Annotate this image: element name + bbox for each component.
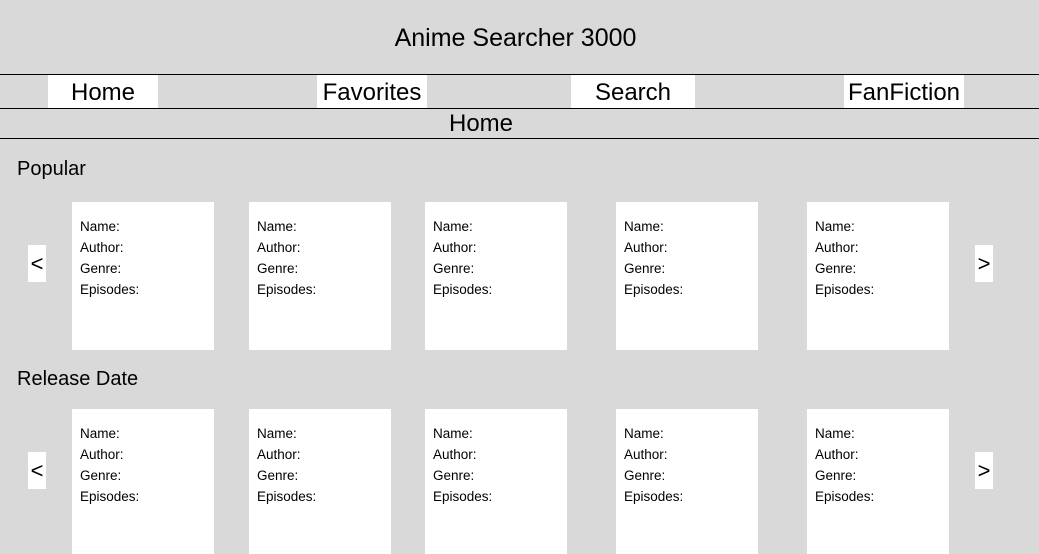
card-name-label: Name:	[80, 426, 120, 441]
card-genre-label: Genre:	[257, 468, 299, 483]
card-episodes-label: Episodes:	[624, 282, 684, 297]
card-name-label: Name:	[257, 219, 297, 234]
card-episodes-label: Episodes:	[815, 489, 875, 504]
popular-prev-button[interactable]: <	[28, 245, 46, 282]
card-name-label: Name:	[624, 426, 664, 441]
card-name-label: Name:	[624, 219, 664, 234]
popular-card-1[interactable]: Name: Author: Genre: Episodes:	[72, 202, 214, 350]
card-name-label: Name:	[815, 426, 855, 441]
card-author-label: Author:	[257, 240, 301, 255]
release-date-next-button[interactable]: >	[975, 452, 993, 489]
popular-card-3[interactable]: Name: Author: Genre: Episodes:	[425, 202, 567, 350]
release-date-card-1[interactable]: Name: Author: Genre: Episodes:	[72, 409, 214, 554]
release-date-card-3[interactable]: Name: Author: Genre: Episodes:	[425, 409, 567, 554]
card-author-label: Author:	[624, 447, 668, 462]
card-episodes-label: Episodes:	[80, 282, 140, 297]
card-author-label: Author:	[80, 240, 124, 255]
nav-item-favorites[interactable]: Favorites	[317, 75, 427, 108]
card-author-label: Author:	[433, 447, 477, 462]
card-episodes-label: Episodes:	[80, 489, 140, 504]
card-author-label: Author:	[815, 240, 859, 255]
card-episodes-label: Episodes:	[624, 489, 684, 504]
heading-divider-bottom	[0, 138, 1039, 139]
card-genre-label: Genre:	[80, 468, 122, 483]
release-date-prev-button[interactable]: <	[28, 452, 46, 489]
card-genre-label: Genre:	[815, 261, 857, 276]
card-genre-label: Genre:	[433, 261, 475, 276]
nav-item-fanfiction[interactable]: FanFiction	[844, 75, 964, 108]
app-title: Anime Searcher 3000	[394, 24, 637, 52]
card-genre-label: Genre:	[624, 468, 666, 483]
card-author-label: Author:	[80, 447, 124, 462]
card-author-label: Author:	[624, 240, 668, 255]
card-author-label: Author:	[815, 447, 859, 462]
card-author-label: Author:	[433, 240, 477, 255]
card-name-label: Name:	[80, 219, 120, 234]
nav-item-home[interactable]: Home	[48, 75, 158, 108]
card-name-label: Name:	[433, 219, 473, 234]
card-author-label: Author:	[257, 447, 301, 462]
nav-item-search[interactable]: Search	[571, 75, 695, 108]
card-genre-label: Genre:	[257, 261, 299, 276]
card-genre-label: Genre:	[80, 261, 122, 276]
popular-card-2[interactable]: Name: Author: Genre: Episodes:	[249, 202, 391, 350]
card-name-label: Name:	[433, 426, 473, 441]
card-episodes-label: Episodes:	[433, 489, 493, 504]
card-name-label: Name:	[257, 426, 297, 441]
release-date-card-5[interactable]: Name: Author: Genre: Episodes:	[807, 409, 949, 554]
card-episodes-label: Episodes:	[433, 282, 493, 297]
card-genre-label: Genre:	[624, 261, 666, 276]
card-episodes-label: Episodes:	[815, 282, 875, 297]
card-episodes-label: Episodes:	[257, 282, 317, 297]
page-heading: Home	[448, 110, 514, 137]
popular-next-button[interactable]: >	[975, 245, 993, 282]
popular-card-4[interactable]: Name: Author: Genre: Episodes:	[616, 202, 758, 350]
card-genre-label: Genre:	[433, 468, 475, 483]
section-title-popular: Popular	[17, 158, 86, 180]
card-genre-label: Genre:	[815, 468, 857, 483]
release-date-card-4[interactable]: Name: Author: Genre: Episodes:	[616, 409, 758, 554]
section-title-release-date: Release Date	[17, 368, 139, 390]
card-episodes-label: Episodes:	[257, 489, 317, 504]
release-date-card-2[interactable]: Name: Author: Genre: Episodes:	[249, 409, 391, 554]
popular-card-5[interactable]: Name: Author: Genre: Episodes:	[807, 202, 949, 350]
card-name-label: Name:	[815, 219, 855, 234]
